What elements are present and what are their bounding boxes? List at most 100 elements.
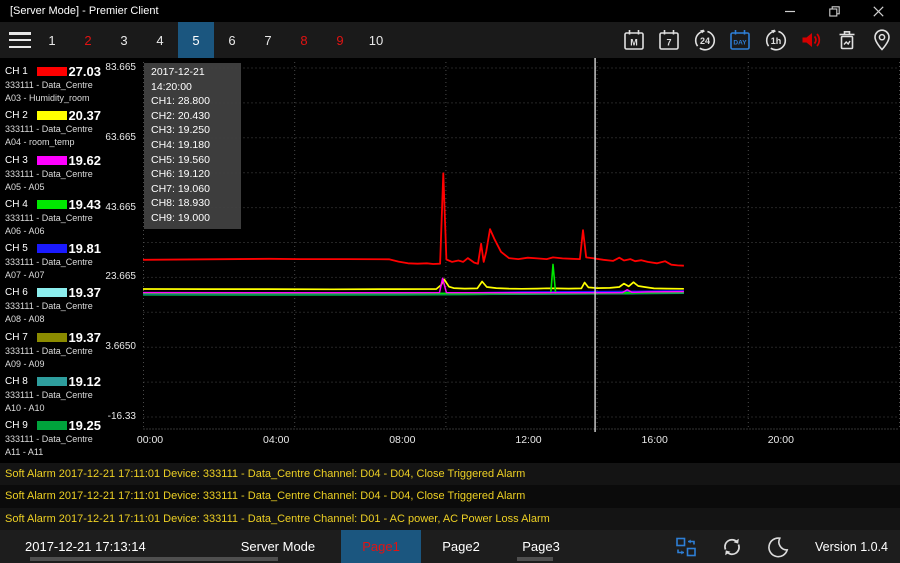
channel-item-ch1[interactable]: CH 1 27.03 333111 - Data_Centre A03 - Hu… [5, 64, 103, 108]
y-axis-labels: 83.66563.66543.66523.6653.6650-16.33 [100, 58, 138, 463]
channel-color-swatch [37, 111, 67, 120]
channel-point: A11 - A11 [5, 446, 103, 459]
channel-device: 333111 - Data_Centre [5, 389, 103, 402]
tooltip-value: CH3: 19.250 [151, 123, 241, 138]
channel-point: A08 - A08 [5, 313, 103, 326]
view-tab-10[interactable]: 10 [358, 22, 394, 58]
alarm-row[interactable]: Soft Alarm 2017-12-21 17:11:01 Device: 3… [0, 508, 900, 530]
page-tab-page2[interactable]: Page2 [421, 530, 501, 563]
channel-color-swatch [37, 156, 67, 165]
view-tab-8[interactable]: 8 [286, 22, 322, 58]
x-tick-label: 20:00 [764, 434, 798, 446]
channel-item-ch9[interactable]: CH 9 19.25 333111 - Data_Centre A11 - A1… [5, 418, 103, 462]
tooltip-value: CH8: 18.930 [151, 196, 241, 211]
channel-color-swatch [37, 333, 67, 342]
view-tab-7[interactable]: 7 [250, 22, 286, 58]
channel-point: A04 - room_temp [5, 136, 103, 149]
channel-point: A09 - A09 [5, 358, 103, 371]
channel-legend: CH 1 27.03 333111 - Data_Centre A03 - Hu… [0, 58, 103, 463]
tooltip-value: CH1: 28.800 [151, 94, 241, 109]
trend-chart[interactable] [143, 58, 900, 432]
alarm-row[interactable]: Soft Alarm 2017-12-21 17:11:01 Device: 3… [0, 463, 900, 485]
channel-value: 19.37 [68, 285, 101, 300]
location-icon[interactable] [869, 27, 895, 53]
week-calendar-icon[interactable]: 7 [656, 27, 682, 53]
series-ch3 [143, 278, 684, 293]
tooltip-value: CH5: 19.560 [151, 153, 241, 168]
horizontal-scrollbar-thumb[interactable] [30, 557, 278, 561]
statusbar-icons [674, 530, 790, 563]
window-controls [768, 0, 900, 22]
view-tab-1[interactable]: 1 [34, 22, 70, 58]
y-tick-label: 23.665 [100, 271, 136, 282]
tooltip-timestamp: 2017-12-21 14:20:00 [151, 65, 241, 94]
tooltip-value: CH2: 20.430 [151, 109, 241, 124]
channel-point: A06 - A06 [5, 225, 103, 238]
minimize-icon[interactable] [768, 0, 812, 22]
channel-id: CH 2 [5, 110, 35, 121]
channel-item-ch5[interactable]: CH 5 19.81 333111 - Data_Centre A07 - A0… [5, 241, 103, 285]
channel-device: 333111 - Data_Centre [5, 433, 103, 446]
channel-value: 19.25 [68, 418, 101, 433]
svg-text:1h: 1h [770, 36, 781, 46]
horizontal-scrollbar-thumb2[interactable] [517, 557, 553, 561]
1h-view-icon[interactable]: 1h [763, 27, 789, 53]
view-tab-6[interactable]: 6 [214, 22, 250, 58]
app-window: [Server Mode] - Premier Client 123456789… [0, 0, 900, 563]
x-tick-label: 12:00 [512, 434, 546, 446]
menu-icon[interactable] [9, 30, 33, 50]
svg-text:M: M [630, 38, 638, 48]
channel-value: 19.43 [68, 197, 101, 212]
channel-id: CH 1 [5, 66, 35, 77]
view-tab-3[interactable]: 3 [106, 22, 142, 58]
series-ch2 [143, 279, 684, 289]
channel-value: 20.37 [68, 108, 101, 123]
channel-item-ch7[interactable]: CH 7 19.37 333111 - Data_Centre A09 - A0… [5, 330, 103, 374]
clear-alarms-icon[interactable] [834, 27, 860, 53]
alarm-sound-icon[interactable] [798, 27, 824, 53]
sync-icon[interactable] [720, 535, 744, 559]
channel-device: 333111 - Data_Centre [5, 123, 103, 136]
main-area: CH 1 27.03 333111 - Data_Centre A03 - Hu… [0, 58, 900, 463]
month-calendar-icon[interactable]: M [621, 27, 647, 53]
night-mode-icon[interactable] [766, 535, 790, 559]
channel-value: 19.37 [68, 330, 101, 345]
channel-item-ch4[interactable]: CH 4 19.43 333111 - Data_Centre A06 - A0… [5, 197, 103, 241]
view-tab-9[interactable]: 9 [322, 22, 358, 58]
layout-switch-icon[interactable] [674, 535, 698, 559]
channel-point: A03 - Humidity_room [5, 92, 103, 105]
channel-id: CH 9 [5, 420, 35, 431]
channel-item-ch8[interactable]: CH 8 19.12 333111 - Data_Centre A10 - A1… [5, 374, 103, 418]
channel-id: CH 7 [5, 332, 35, 343]
channel-value: 19.81 [68, 241, 101, 256]
channel-item-ch2[interactable]: CH 2 20.37 333111 - Data_Centre A04 - ro… [5, 108, 103, 152]
restore-icon[interactable] [812, 0, 856, 22]
channel-item-ch6[interactable]: CH 6 19.37 333111 - Data_Centre A08 - A0… [5, 285, 103, 329]
tooltip-value: CH7: 19.060 [151, 182, 241, 197]
channel-device: 333111 - Data_Centre [5, 79, 103, 92]
channel-item-ch3[interactable]: CH 3 19.62 333111 - Data_Centre A05 - A0… [5, 153, 103, 197]
view-tab-5[interactable]: 5 [178, 22, 214, 58]
view-tab-4[interactable]: 4 [142, 22, 178, 58]
view-tabs: 12345678910 [34, 22, 394, 58]
toolbar: 12345678910 M 7 24 DAY 1h [0, 22, 900, 58]
channel-color-swatch [37, 200, 67, 209]
channel-color-swatch [37, 244, 67, 253]
channel-color-swatch [37, 377, 67, 386]
channel-device: 333111 - Data_Centre [5, 212, 103, 225]
channel-color-swatch [37, 67, 67, 76]
alarm-row[interactable]: Soft Alarm 2017-12-21 17:11:01 Device: 3… [0, 485, 900, 507]
y-tick-label: 43.665 [100, 202, 136, 213]
channel-device: 333111 - Data_Centre [5, 300, 103, 313]
page-tab-page1[interactable]: Page1 [341, 530, 421, 563]
24h-view-icon[interactable]: 24 [692, 27, 718, 53]
close-icon[interactable] [856, 0, 900, 22]
alarm-list: Soft Alarm 2017-12-21 17:11:01 Device: 3… [0, 463, 900, 530]
view-tab-2[interactable]: 2 [70, 22, 106, 58]
channel-device: 333111 - Data_Centre [5, 345, 103, 358]
y-tick-label: 63.665 [100, 132, 136, 143]
channel-value: 19.62 [68, 153, 101, 168]
channel-id: CH 5 [5, 243, 35, 254]
channel-point: A07 - A07 [5, 269, 103, 282]
day-view-icon[interactable]: DAY [727, 27, 753, 53]
